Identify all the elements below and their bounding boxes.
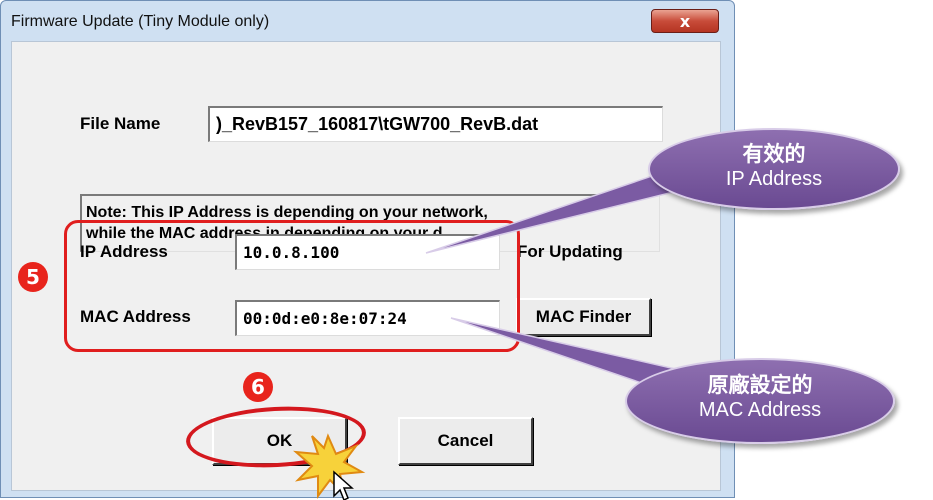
mac-callout-title: 原廠設定的: [707, 373, 813, 397]
cursor-icon: [333, 470, 354, 500]
ip-callout-subtitle: IP Address: [725, 168, 823, 190]
burst-icon: [293, 433, 366, 499]
ip-callout-title: 有效的: [742, 142, 806, 166]
mac-address-callout: 原廠設定的 MAC Address: [625, 358, 895, 444]
mac-callout-subtitle: MAC Address: [698, 399, 822, 421]
ip-address-callout: 有效的 IP Address: [648, 128, 900, 210]
